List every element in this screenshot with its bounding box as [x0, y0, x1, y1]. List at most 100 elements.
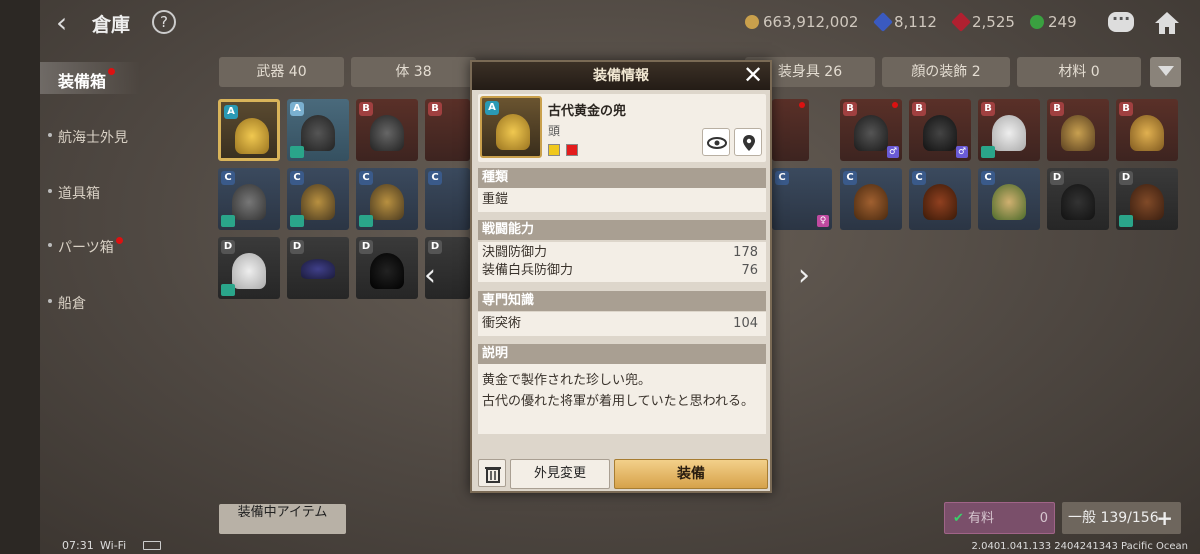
helmet-icon — [923, 115, 957, 151]
tab-weapon[interactable]: 武器 40 — [219, 57, 344, 87]
item-slot[interactable]: B — [1116, 99, 1178, 161]
item-slot[interactable] — [772, 99, 809, 161]
item-slot[interactable]: C — [909, 168, 971, 230]
item-slot[interactable]: D — [1047, 168, 1109, 230]
close-icon[interactable]: ✕ — [742, 63, 764, 87]
left-bezel — [0, 0, 40, 554]
equipment-info-dialog: 装備情報 ✕ A 古代黄金の兜 頭 種類 重鎧 戦闘能力 決闘防御力 178 装備… — [470, 60, 772, 493]
storage-icon — [221, 215, 235, 227]
filter-button[interactable] — [1150, 57, 1181, 87]
section-kind-header: 種類 — [478, 168, 766, 188]
nav-item-navigator-appearance[interactable]: 航海士外見 — [48, 127, 128, 147]
page-title: 倉庫 — [92, 14, 131, 36]
helmet-icon — [370, 115, 404, 151]
tab-body[interactable]: 体 38 — [351, 57, 476, 87]
preview-button[interactable] — [702, 128, 730, 156]
green-gear-icon — [1030, 15, 1044, 29]
storage-icon — [290, 146, 304, 158]
item-slot[interactable]: B ♂ — [840, 99, 902, 161]
section-expertise-body: 衝突術 104 — [478, 312, 766, 336]
item-slot[interactable]: D — [218, 237, 280, 299]
battery-icon — [143, 541, 161, 550]
cap-icon — [854, 184, 888, 220]
storage-icon — [221, 284, 235, 296]
equip-button[interactable]: 装備 — [614, 459, 768, 489]
home-icon[interactable] — [1153, 10, 1181, 36]
item-slot[interactable]: B — [425, 99, 470, 161]
chat-icon[interactable] — [1108, 9, 1134, 32]
male-icon: ♂ — [887, 146, 899, 158]
grade-badge: A — [290, 102, 304, 116]
grade-badge: B — [428, 102, 442, 116]
red-gem-icon — [951, 12, 971, 32]
nav-item-tool-box[interactable]: 道具箱 — [48, 183, 100, 203]
wig-icon — [923, 184, 957, 220]
section-kind-body: 重鎧 — [478, 188, 766, 212]
nav-item-ship-hold[interactable]: 船倉 — [48, 293, 86, 313]
section-combat-body: 決闘防御力 178 装備白兵防御力 76 — [478, 242, 766, 282]
item-slot[interactable]: B — [978, 99, 1040, 161]
stat-row: 衝突術 104 — [482, 316, 758, 331]
blue-gem-currency: 8,112 — [873, 12, 937, 32]
paid-storage[interactable]: ✔ 有料 0 — [944, 502, 1055, 534]
item-slot[interactable]: C — [425, 168, 470, 230]
grade-badge: D — [359, 240, 373, 254]
grade-badge: B — [359, 102, 373, 116]
item-card: A 古代黄金の兜 頭 — [478, 94, 766, 162]
tab-material[interactable]: 材料 0 — [1017, 57, 1141, 87]
item-slot[interactable]: D — [356, 237, 418, 299]
grade-badge: C — [359, 171, 373, 185]
plus-icon[interactable]: + — [1156, 502, 1173, 534]
status-time: 07:31 — [62, 539, 94, 552]
item-slot[interactable]: D — [1116, 168, 1178, 230]
grade-badge: B — [843, 102, 857, 116]
item-slot[interactable]: C — [840, 168, 902, 230]
item-slot[interactable]: D — [287, 237, 349, 299]
general-capacity: 一般 139/156 — [1068, 510, 1159, 526]
item-slot[interactable]: B — [356, 99, 418, 161]
male-icon: ♂ — [956, 146, 968, 158]
grade-badge: B — [981, 102, 995, 116]
color-swatch-yellow — [548, 144, 560, 156]
item-slot[interactable]: C — [356, 168, 418, 230]
item-slot[interactable]: B — [1047, 99, 1109, 161]
item-slot[interactable]: A — [287, 99, 349, 161]
stat-row: 装備白兵防御力 76 — [482, 263, 758, 278]
general-storage[interactable]: 一般 139/156 + — [1062, 502, 1181, 534]
item-slot[interactable]: B ♂ — [909, 99, 971, 161]
stat-row: 決闘防御力 178 — [482, 245, 758, 260]
item-slot[interactable]: C — [978, 168, 1040, 230]
helmet-icon — [232, 184, 266, 220]
grade-badge: C — [843, 171, 857, 185]
grade-badge: C — [221, 171, 235, 185]
next-arrow-icon[interactable]: › — [798, 258, 810, 293]
grade-badge: A — [485, 101, 499, 115]
helmet-icon — [1130, 184, 1164, 220]
change-appearance-button[interactable]: 外見変更 — [510, 459, 610, 489]
grade-badge: C — [428, 171, 442, 185]
cap-icon — [301, 259, 335, 279]
location-button[interactable] — [734, 128, 762, 156]
trash-icon — [485, 467, 501, 483]
back-arrow-icon[interactable]: ‹ — [56, 8, 82, 38]
help-icon[interactable]: ? — [152, 10, 176, 34]
discard-button[interactable] — [478, 459, 506, 487]
notification-dot — [799, 102, 805, 108]
tab-face-decoration[interactable]: 顔の装飾 2 — [882, 57, 1010, 87]
nav-item-equipment-box[interactable]: 装備箱 — [58, 68, 116, 92]
paid-label: 有料 — [968, 511, 995, 526]
nav-item-parts-box[interactable]: パーツ箱 — [48, 237, 123, 257]
item-slot[interactable]: C — [218, 168, 280, 230]
prev-arrow-icon[interactable]: ‹ — [424, 258, 436, 293]
golden-helmet-icon — [235, 118, 269, 154]
item-slot[interactable]: C ♀ — [772, 168, 832, 230]
item-slot[interactable]: C — [287, 168, 349, 230]
armor-type-value: 重鎧 — [482, 192, 509, 207]
item-slot[interactable]: A — [218, 99, 280, 161]
grade-badge: D — [290, 240, 304, 254]
section-combat-header: 戦闘能力 — [478, 220, 766, 240]
storage-icon — [1119, 215, 1133, 227]
gold-value: 663,912,002 — [763, 13, 859, 31]
equipped-items-button[interactable]: 装備中アイテム — [219, 504, 346, 534]
top-bar: ‹ 倉庫 ? 663,912,002 8,112 2,525 249 — [40, 0, 1200, 46]
